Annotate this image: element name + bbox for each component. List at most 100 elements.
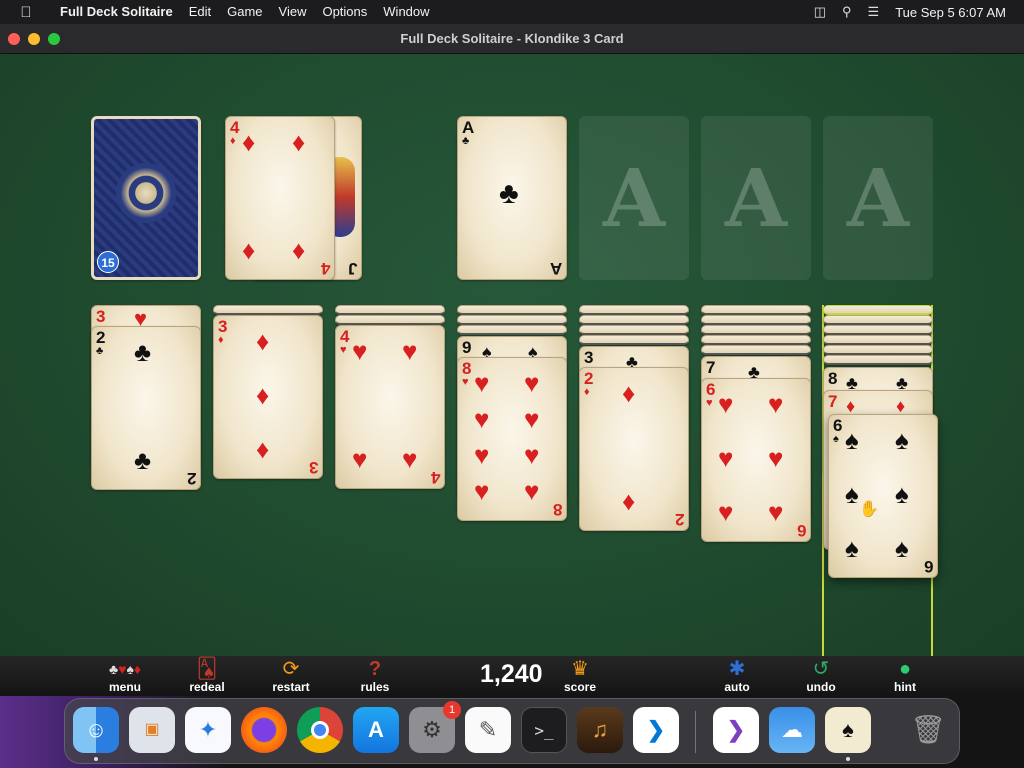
rules-button[interactable]: ? rules [340,658,410,696]
spotlight-search-icon[interactable]: ⚲ [842,4,852,20]
tableau-6-card-2[interactable]: 6 ♥ ♥ ♥ ♥ ♥ ♥ ♥ 6 [701,378,811,542]
diamond-pip-icon: ♦ [292,127,306,157]
chrome-icon[interactable] [297,707,343,753]
crown-icon: ♛ [571,658,589,680]
control-center-icon[interactable]: ☰ [868,4,880,20]
auto-button[interactable]: ✱ auto [702,658,772,696]
menu-game[interactable]: Game [219,0,270,24]
launchpad-icon[interactable]: ▣ [129,707,175,753]
menu-view[interactable]: View [271,0,315,24]
score-button[interactable]: ♛ score [545,658,615,696]
firefox-icon[interactable] [241,707,287,753]
diamond-pip-icon: ♦ [292,235,306,265]
app-store-icon[interactable]: A [353,707,399,753]
menu-button[interactable]: ♣♥♠♦ menu [90,658,160,696]
stock-pile[interactable]: 15 [91,116,201,280]
diamond-pip-icon: ♦ [256,380,270,410]
foundation-2[interactable]: A [579,116,689,280]
menu-edit[interactable]: Edit [181,0,219,24]
club-pip-icon: ♣ [134,445,152,475]
solitaire-running-dot [846,757,850,761]
club-pip-icon: ♣ [499,177,519,210]
game-table: 15 J 4 ♦ ♦ ♦ ♦ ♦ 4 A ♣ ♣ A A A A 3 ♥ 2 ♣… [0,54,1024,656]
solitaire-app-icon[interactable]: ♠ [825,707,871,753]
tableau-5-facedown [579,305,689,315]
heart-pip-icon: ♥ [768,497,784,527]
heart-pip-icon: ♥ [352,336,368,366]
heart-pip-icon: ♥ [524,440,540,470]
tableau-3-card-1[interactable]: 4 ♥ ♥ ♥ ♥ ♥ 4 [335,325,445,489]
heart-pip-icon: ♥ [474,440,490,470]
score-value: 1,240 [480,660,543,688]
tableau-7-facedown [823,345,933,355]
tableau-6-facedown [701,315,811,325]
textedit-icon[interactable]: ✎ [465,707,511,753]
foundation-3[interactable]: A [701,116,811,280]
undo-arrow-icon: ↺ [812,658,830,680]
spade-pip-icon: ♠ [895,425,909,455]
puzzle-piece-icon: ✱ [728,658,746,680]
menu-app-name[interactable]: Full Deck Solitaire [52,0,181,24]
apple-menu-icon[interactable]:  [0,4,52,21]
tableau-7-card-3-dragging[interactable]: 6 ♠ ♠ ♠ ♠ ♠ ♠ ♠ 6 ✋ [828,414,938,578]
grab-hand-cursor-icon: ✋ [859,501,879,518]
vscode-icon[interactable]: ❯ [633,707,679,753]
weather-icon[interactable]: ☁ [769,707,815,753]
tableau-2-facedown [213,305,323,315]
garageband-icon[interactable]: ♫ [577,707,623,753]
tableau-6-facedown [701,325,811,335]
heart-pip-icon: ♥ [768,389,784,419]
foundation-4[interactable]: A [823,116,933,280]
tableau-4-card-2[interactable]: 8 ♥ ♥ ♥ ♥ ♥ ♥ ♥ ♥ ♥ 8 [457,357,567,521]
tableau-4-facedown [457,325,567,335]
heart-pip-icon: ♥ [524,404,540,434]
undo-button[interactable]: ↺ undo [786,658,856,696]
tableau-6-facedown [701,305,811,315]
restart-arrow-icon: ⟳ [282,658,300,680]
tableau-6-facedown [701,335,811,345]
finder-icon[interactable]: ☺ [73,707,119,753]
screen-mirroring-icon[interactable]: ◫ [814,4,826,20]
hint-button[interactable]: ● hint [870,658,940,696]
heart-pip-icon: ♥ [474,476,490,506]
heart-pip-icon: ♥ [718,389,734,419]
diamond-pip-icon: ♦ [256,434,270,464]
tableau-5-facedown [579,335,689,345]
waste-card-top[interactable]: 4 ♦ ♦ ♦ ♦ ♦ 4 [225,116,335,280]
menu-window[interactable]: Window [375,0,437,24]
tableau-5-facedown [579,315,689,325]
window-title-bar: Full Deck Solitaire - Klondike 3 Card [0,24,1024,54]
tableau-4-facedown [457,315,567,325]
menu-options[interactable]: Options [314,0,375,24]
trash-icon[interactable]: 🗑 [905,707,951,753]
diamond-pip-icon: ♦ [622,486,636,516]
dock-separator [695,711,696,753]
finder-running-dot [94,757,98,761]
system-settings-icon[interactable]: ⚙ 1 [409,701,461,753]
menu-clock[interactable]: Tue Sep 5 6:07 AM [895,5,1006,20]
game-toolbar: ♣♥♠♦ menu 🂡 redeal ⟳ restart ? rules 1,2… [0,656,1024,696]
tableau-6-facedown [701,345,811,355]
spade-pip-icon: ♠ [895,533,909,563]
menu-bar:  Full Deck Solitaire Edit Game View Opt… [0,0,1024,24]
restart-button[interactable]: ⟳ restart [256,658,326,696]
tableau-1-card-2[interactable]: 2 ♣ ♣ ♣ 2 [91,326,201,490]
redeal-button[interactable]: 🂡 redeal [172,658,242,696]
heart-pip-icon: ♥ [524,476,540,506]
tableau-7-facedown [823,335,933,345]
settings-notification-badge: 1 [443,701,461,719]
tableau-5-card-2[interactable]: 2 ♦ ♦ ♦ 2 [579,367,689,531]
visual-studio-icon[interactable]: ❯ [713,707,759,753]
tableau-2-card-1[interactable]: 3 ♦ ♦ ♦ ♦ 3 [213,315,323,479]
foundation-1[interactable]: A ♣ ♣ A [457,116,567,280]
heart-pip-icon: ♥ [718,443,734,473]
lightbulb-icon: ● [898,658,912,680]
tableau-7-facedown [823,305,933,315]
heart-pip-icon: ♥ [524,368,540,398]
window-title: Full Deck Solitaire - Klondike 3 Card [400,31,624,46]
tableau-3-facedown [335,315,445,325]
safari-icon[interactable]: ✦ [185,707,231,753]
terminal-icon[interactable]: >_ [521,707,567,753]
redeal-cards-icon: 🂡 [196,658,218,680]
tableau-7-facedown [823,355,933,365]
